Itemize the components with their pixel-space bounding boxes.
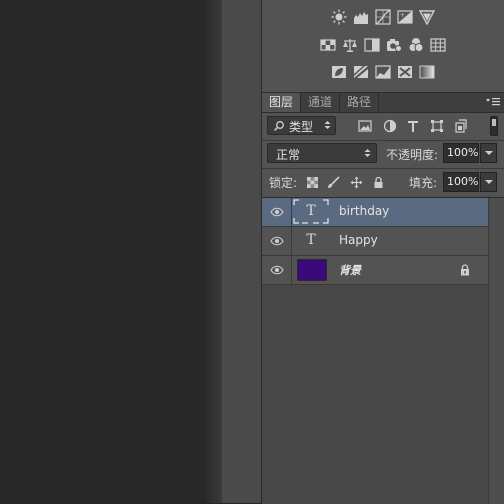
vibrance-triangle-icon[interactable] [419, 9, 435, 25]
black-white-icon[interactable] [364, 37, 380, 53]
layer-name[interactable]: birthday [339, 204, 389, 218]
layer-row-background[interactable]: 背景 [262, 256, 488, 285]
lock-icon [460, 264, 470, 276]
fill-input[interactable]: 100% [443, 172, 479, 192]
layer-filter-row: 类型 [262, 113, 504, 139]
filter-smart-object-icon[interactable] [454, 119, 468, 133]
exposure-icon[interactable]: + [397, 9, 413, 25]
filter-toggle-switch[interactable] [490, 116, 498, 136]
filter-adjustment-icon[interactable] [383, 119, 397, 133]
lock-position-move-icon[interactable] [350, 176, 363, 189]
blend-mode-value: 正常 [276, 148, 301, 162]
layer-name[interactable]: Happy [339, 233, 378, 247]
layers-panel-tabs: 图层 通道 路径 [262, 93, 504, 113]
filter-kind-label: 类型 [289, 120, 314, 134]
photo-filter-icon[interactable] [386, 37, 402, 53]
panel-menu-icon[interactable] [486, 96, 500, 108]
text-layer-thumbnail-icon: T [306, 203, 316, 219]
invert-icon[interactable] [331, 64, 347, 80]
divider [262, 168, 504, 169]
layers-scrollbar[interactable] [488, 198, 504, 504]
visibility-eye-icon[interactable] [270, 265, 284, 275]
posterize-icon[interactable] [353, 64, 369, 80]
adjustments-row-3 [262, 64, 504, 84]
threshold-icon[interactable] [375, 64, 391, 80]
channel-mixer-icon[interactable] [408, 37, 424, 53]
tab-paths[interactable]: 路径 [340, 93, 380, 112]
lock-transparent-pixels-icon[interactable] [306, 176, 319, 189]
opacity-label: 不透明度: [386, 148, 439, 162]
right-panel-column: + 图层 通道 路径 类型 正常 不透明度: 100% 锁定: 填充: 100%… [262, 0, 504, 504]
lock-all-icon[interactable] [372, 176, 385, 189]
updown-arrow-icon [324, 119, 331, 131]
adjustments-row-1: + [262, 9, 504, 29]
adjustments-row-2 [262, 37, 504, 57]
filter-kind-select[interactable]: 类型 [267, 116, 336, 135]
layer-row-happy[interactable]: T Happy [262, 227, 488, 256]
document-canvas-area[interactable] [0, 0, 205, 503]
opacity-dropdown-button[interactable] [480, 143, 497, 163]
filter-shape-icon[interactable] [430, 119, 444, 133]
divider [262, 140, 504, 141]
divider [291, 256, 292, 284]
collapsed-panel-dock [221, 0, 262, 503]
color-balance-icon[interactable] [342, 37, 358, 53]
blend-opacity-row: 正常 不透明度: 100% [262, 142, 504, 166]
blend-mode-select[interactable]: 正常 [267, 143, 377, 163]
selective-color-icon[interactable] [397, 64, 413, 80]
gradient-map-icon[interactable] [419, 64, 435, 80]
opacity-input[interactable]: 100% [443, 143, 479, 163]
updown-arrow-icon [364, 147, 371, 159]
lock-label: 锁定: [269, 176, 298, 190]
lock-image-pixels-brush-icon[interactable] [327, 176, 340, 189]
text-layer-thumbnail-icon: T [306, 232, 316, 248]
levels-icon[interactable] [353, 9, 369, 25]
layer-name[interactable]: 背景 [339, 262, 361, 278]
divider [291, 198, 292, 226]
curves-icon[interactable] [375, 9, 391, 25]
divider [291, 227, 292, 255]
filter-pixel-icon[interactable] [358, 119, 372, 133]
fill-label: 填充: [409, 176, 438, 190]
fill-dropdown-button[interactable] [480, 172, 497, 192]
tab-layers[interactable]: 图层 [262, 93, 302, 112]
layer-row-birthday[interactable]: T birthday [262, 198, 488, 227]
adjustments-panel: + [262, 0, 504, 93]
layers-list: T birthday T Happy 背景 [262, 197, 504, 504]
search-icon [273, 120, 285, 132]
brightness-icon[interactable] [331, 9, 347, 25]
visibility-eye-icon[interactable] [270, 207, 284, 217]
visibility-eye-icon[interactable] [270, 236, 284, 246]
color-lookup-icon[interactable] [430, 37, 446, 53]
filter-type-icon[interactable] [406, 119, 420, 133]
hue-saturation-icon[interactable] [320, 37, 336, 53]
canvas-edge-shadow [205, 0, 221, 503]
tab-channels[interactable]: 通道 [301, 93, 341, 112]
svg-text:+: + [400, 12, 405, 19]
lock-fill-row: 锁定: 填充: 100% [262, 170, 504, 194]
background-thumbnail [297, 259, 327, 281]
